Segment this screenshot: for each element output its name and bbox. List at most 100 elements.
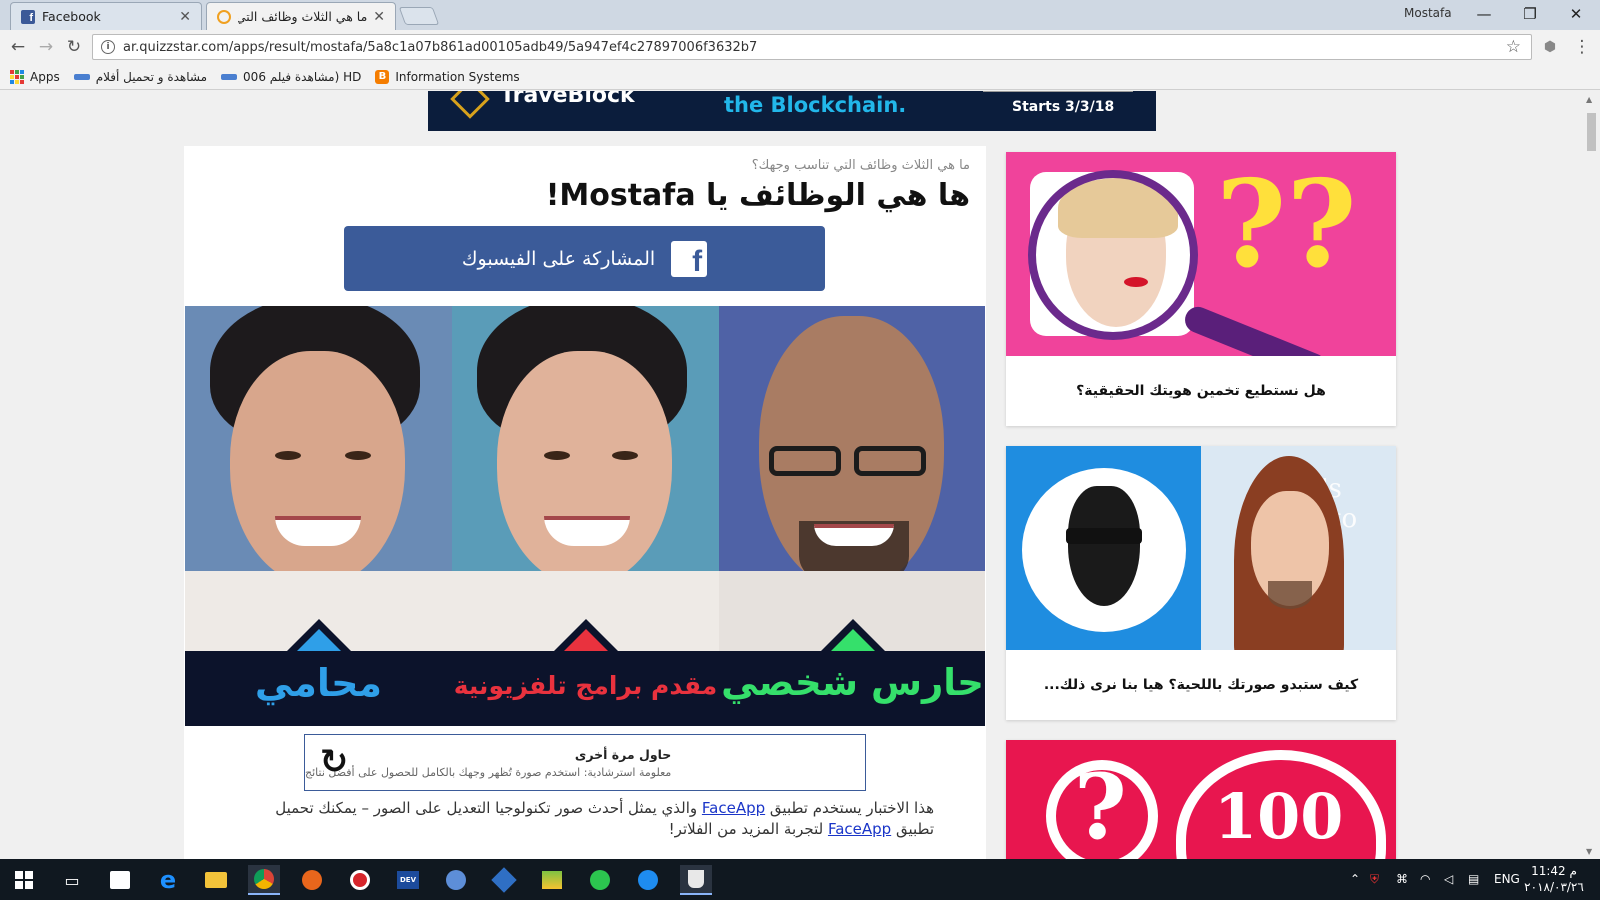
- try-again-hint: معلومة استرشادية: استخدم صورة تُظهر وجهك…: [305, 765, 672, 779]
- related-quiz-title: كيف ستبدو صورتك باللحية؟ هيا بنا نرى ذلك…: [1043, 677, 1359, 693]
- blogger-icon: B: [375, 69, 390, 84]
- store-icon[interactable]: [104, 865, 136, 895]
- address-bar[interactable]: i ar.quizzstar.com/apps/result/mostafa/5…: [92, 34, 1532, 60]
- beard-silhouette-icon: [1068, 486, 1140, 606]
- firefox-icon[interactable]: [296, 865, 328, 895]
- quiz-subtitle: ما هي الثلاث وظائف التي تناسب وجهك؟: [751, 158, 970, 173]
- pointer-marker-icon: [287, 619, 351, 651]
- quizzstar-favicon-icon: [217, 9, 231, 24]
- banner-tagline: the Blockchain.: [724, 93, 907, 117]
- language-indicator[interactable]: ENG: [1494, 872, 1520, 886]
- ad-banner[interactable]: TraveBlock the Blockchain. Starts 3/3/18: [428, 91, 1156, 131]
- bookmark-movies-2[interactable]: مشاهدة فيلم 006) HD: [221, 70, 361, 84]
- tab-strip: f Facebook ✕ ما هي الثلاث وظائف التي ✕ M…: [0, 0, 1600, 30]
- score-number: 100: [1214, 780, 1344, 853]
- scroll-up-icon[interactable]: ▲: [1586, 95, 1592, 104]
- job-label-tv-presenter: مقدم برامج تلفزيونية: [453, 671, 718, 700]
- close-tab-icon[interactable]: ✕: [179, 9, 191, 25]
- antivirus-tray-icon[interactable]: ⛨: [1370, 872, 1379, 887]
- facebook-favicon-icon: f: [21, 9, 35, 24]
- face-photo-lawyer: [185, 306, 452, 651]
- tab-title: ما هي الثلاث وظائف التي: [238, 9, 368, 24]
- close-tab-icon[interactable]: ✕: [373, 9, 385, 25]
- forward-icon[interactable]: →: [34, 36, 58, 58]
- faceapp-description: هذا الاختبار يستخدم تطبيق FaceApp والذي …: [254, 798, 934, 840]
- bookmark-star-icon[interactable]: ☆: [1506, 37, 1521, 57]
- bookmark-label: Information Systems: [395, 69, 520, 84]
- clock-time: 11:42 م: [1531, 864, 1577, 878]
- url-text: ar.quizzstar.com/apps/result/mostafa/5a8…: [123, 39, 758, 55]
- recorder-icon[interactable]: [344, 865, 376, 895]
- banner-divider: [983, 91, 1133, 92]
- whatsapp-icon[interactable]: [584, 865, 616, 895]
- profile-name[interactable]: Mostafa: [1404, 6, 1452, 20]
- back-icon[interactable]: ←: [6, 36, 30, 58]
- notification-icon[interactable]: ▤: [1468, 872, 1479, 886]
- facebook-share-button[interactable]: المشاركة على الفيسبوك f: [344, 226, 825, 291]
- task-view-icon[interactable]: ▭: [56, 865, 88, 895]
- java-icon[interactable]: [680, 865, 712, 895]
- volume-icon[interactable]: ◁: [1444, 872, 1453, 886]
- related-quiz-image: e's into: [1006, 446, 1396, 650]
- try-again-button[interactable]: حاول مرة أخرى معلومة استرشادية: استخدم ص…: [304, 734, 866, 791]
- messenger-icon[interactable]: [632, 865, 664, 895]
- page-scrollbar[interactable]: ▲ ▼: [1583, 91, 1600, 859]
- tab-title: Facebook: [42, 9, 101, 24]
- related-quiz-card[interactable]: ?? هل نستطيع تخمين هويتك الحقيقية؟: [1006, 152, 1396, 426]
- apps-grid-icon: [10, 69, 24, 84]
- share-label: المشاركة على الفيسبوك: [461, 247, 656, 270]
- bookmark-movies-1[interactable]: مشاهدة و تحميل أفلام: [73, 69, 208, 84]
- page-viewport: TraveBlock the Blockchain. Starts 3/3/18…: [0, 91, 1600, 859]
- close-window-icon[interactable]: ✕: [1554, 0, 1598, 28]
- face-photo-tv-presenter: [452, 306, 719, 651]
- face-photo-bodyguard: [719, 306, 985, 651]
- wifi-icon[interactable]: ◠: [1420, 872, 1430, 886]
- bookmark-label: Apps: [30, 69, 60, 84]
- clock-date: ٢٠١٨/٠٣/٢٦: [1524, 880, 1584, 894]
- bookmark-label: مشاهدة و تحميل أفلام: [95, 69, 208, 84]
- faceapp-link[interactable]: FaceApp: [828, 820, 891, 838]
- related-quiz-image: ? 100: [1006, 740, 1396, 859]
- related-quiz-card[interactable]: ? 100: [1006, 740, 1396, 859]
- new-tab-button[interactable]: [398, 7, 440, 25]
- try-again-title: حاول مرة أخرى: [574, 746, 672, 762]
- desc-text: هذا الاختبار يستخدم تطبيق: [765, 799, 934, 817]
- taskbar-clock[interactable]: 11:42 م ٢٠١٨/٠٣/٢٦: [1522, 863, 1586, 895]
- show-hidden-icons-icon[interactable]: ⌃: [1350, 872, 1360, 886]
- dev-cpp-icon[interactable]: DEV: [392, 865, 424, 895]
- bookmarks-bar: Apps مشاهدة و تحميل أفلام مشاهدة فيلم 00…: [0, 64, 1600, 90]
- restore-icon[interactable]: ❐: [1508, 0, 1552, 28]
- scroll-down-icon[interactable]: ▼: [1586, 847, 1592, 856]
- minimize-icon[interactable]: —: [1462, 0, 1506, 28]
- file-explorer-icon[interactable]: [200, 865, 232, 895]
- bookmark-information-systems[interactable]: B Information Systems: [375, 69, 520, 84]
- app-sphere-icon[interactable]: [440, 865, 472, 895]
- tab-quiz[interactable]: ما هي الثلاث وظائف التي ✕: [206, 2, 396, 30]
- chrome-icon[interactable]: [248, 865, 280, 895]
- banner-starts: Starts 3/3/18: [1012, 99, 1115, 115]
- reload-icon[interactable]: ↻: [62, 36, 86, 58]
- bookmark-label: مشاهدة فيلم 006) HD: [243, 69, 362, 84]
- browser-toolbar: ← → ↻ i ar.quizzstar.com/apps/result/mos…: [0, 30, 1600, 64]
- pointer-marker-icon: [554, 619, 618, 651]
- menu-icon[interactable]: ⋮: [1570, 36, 1594, 58]
- scroll-thumb[interactable]: [1587, 113, 1596, 151]
- traveblock-logo-icon: [450, 91, 490, 119]
- bookmark-apps[interactable]: Apps: [10, 69, 60, 84]
- site-info-icon[interactable]: i: [101, 40, 115, 54]
- tab-facebook[interactable]: f Facebook ✕: [10, 2, 202, 30]
- pointer-marker-icon: [821, 619, 885, 651]
- related-quiz-image: ??: [1006, 152, 1396, 356]
- site-icon: [221, 73, 238, 80]
- edge-icon[interactable]: e: [152, 865, 184, 895]
- bluestacks-icon[interactable]: [536, 865, 568, 895]
- virtualbox-icon[interactable]: [488, 865, 520, 895]
- windows-start-icon[interactable]: [8, 865, 40, 895]
- network-tray-icon[interactable]: ⌘: [1396, 872, 1408, 886]
- question-marks-icon: ??: [1216, 154, 1357, 295]
- site-icon: [73, 73, 90, 80]
- redo-icon: ↻: [319, 742, 349, 782]
- faceapp-link[interactable]: FaceApp: [702, 799, 765, 817]
- related-quiz-card[interactable]: e's into كيف ستبدو صورتك باللحية؟ هيا بن…: [1006, 446, 1396, 720]
- extension-icon[interactable]: ⬢: [1538, 36, 1562, 58]
